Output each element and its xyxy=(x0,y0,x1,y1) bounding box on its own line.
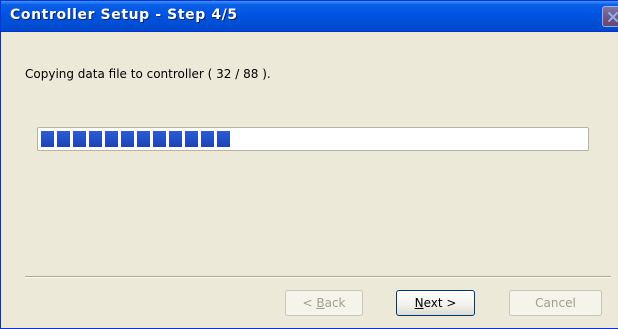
close-button[interactable] xyxy=(602,6,618,27)
button-divider xyxy=(25,276,611,278)
status-message: Copying data file to controller ( 32 / 8… xyxy=(25,67,271,81)
setup-dialog: Controller Setup - Step 4/5 Copying data… xyxy=(0,0,618,329)
progress-block xyxy=(169,131,182,147)
progress-block xyxy=(121,131,134,147)
back-button[interactable]: < Back xyxy=(285,290,363,316)
progress-block xyxy=(73,131,86,147)
progress-fill xyxy=(41,131,233,147)
progress-block xyxy=(217,131,230,147)
progress-block xyxy=(153,131,166,147)
progress-block xyxy=(137,131,150,147)
title-bar[interactable]: Controller Setup - Step 4/5 xyxy=(1,1,618,32)
back-prefix: < xyxy=(302,296,317,310)
next-suffix: > xyxy=(442,296,457,310)
progress-block xyxy=(57,131,70,147)
next-button[interactable]: Next > xyxy=(396,290,475,316)
next-mnemonic: N xyxy=(414,296,424,310)
back-mnemonic: B xyxy=(316,296,325,310)
progress-block xyxy=(41,131,54,147)
back-label-rest: ack xyxy=(324,296,346,310)
copy-progress-bar xyxy=(37,127,589,151)
progress-block xyxy=(201,131,214,147)
progress-block xyxy=(105,131,118,147)
close-icon xyxy=(608,12,618,22)
progress-block xyxy=(185,131,198,147)
cancel-button[interactable]: Cancel xyxy=(509,290,602,316)
next-label-rest: ext xyxy=(423,296,443,310)
progress-block xyxy=(89,131,102,147)
window-title: Controller Setup - Step 4/5 xyxy=(10,7,238,23)
